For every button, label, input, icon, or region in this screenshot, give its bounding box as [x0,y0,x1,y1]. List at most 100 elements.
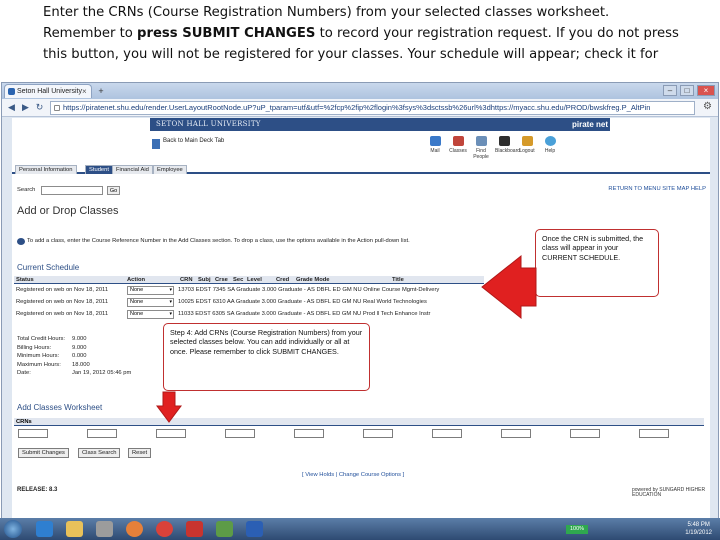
reset-button[interactable]: Reset [128,448,152,458]
current-schedule-title: Current Schedule [17,263,80,272]
info-message: To add a class, enter the Course Referen… [17,238,487,245]
mail-tool[interactable]: Mail [426,136,444,160]
crn-input-7[interactable] [432,429,462,438]
favicon-icon [8,88,15,95]
header-action: Action [127,277,146,283]
piratenet-logo: pirate net [570,118,610,131]
crn-input-3[interactable] [156,429,186,438]
firefox-icon[interactable] [126,521,143,537]
caption-line-1: Enter the CRNs (Course Registration Numb… [43,5,610,20]
tab-personal-information[interactable]: Personal Information [15,165,77,174]
total-credit-value: 9.000 [72,336,87,342]
back-link-label: Back to Main Deck Tab [163,138,225,144]
windows-taskbar: 100% 5:48 PM 1/19/2012 [0,518,720,540]
schedule-header: Status Action CRN Subj Crse Sec Level Cr… [14,276,484,284]
wrench-icon[interactable]: ⚙ [703,101,712,112]
close-tab-icon[interactable]: × [82,85,87,98]
top-links[interactable]: RETURN TO MENU SITE MAP HELP [608,186,706,192]
search-label: Search [17,187,36,193]
totals-values: 9.000 9.000 0.000 18.000 Jan 19, 2012 05… [72,335,131,378]
tab-employee[interactable]: Employee [153,165,187,174]
back-to-main-link[interactable]: Back to Main Deck Tab [152,138,225,149]
back-arrow-icon[interactable]: ◀ [5,101,18,114]
back-tab-icon [152,139,160,149]
crn-input-6[interactable] [363,429,393,438]
minimize-button[interactable]: – [663,85,677,96]
portal-banner: SETON HALL UNIVERSITY pirate net Back to… [12,118,710,162]
browser-tab[interactable]: Seton Hall University × [4,84,92,98]
blackboard-label: Blackboard [495,148,521,154]
submit-changes-button[interactable]: Submit Changes [18,448,69,458]
row-status: Registered on web on Nov 18, 2011 [16,299,109,305]
header-status: Status [16,277,34,283]
reload-icon[interactable]: ↻ [33,101,46,114]
folder-icon[interactable] [66,521,83,537]
crn-input-9[interactable] [570,429,600,438]
logout-label: Logout [519,148,535,154]
crn-input-10[interactable] [639,429,669,438]
media-player-icon[interactable] [96,521,113,537]
info-icon [17,238,25,245]
header-sec: Sec [233,277,244,283]
crn-input-1[interactable] [18,429,48,438]
word-icon[interactable] [246,521,263,537]
caption-line-2: Remember to press SUBMIT CHANGES to reco… [43,23,683,44]
crn-submitted-callout: Once the CRN is submitted, the class wil… [535,229,659,297]
class-search-button[interactable]: Class Search [78,448,121,458]
caption-line-2-post: to record your registration request. If … [315,26,679,41]
portal-tools: Mail Classes Find People Blackboard Logo… [426,136,559,160]
release-number: RELEASE: 8.3 [17,487,58,493]
caption-line-2-pre: Remember to [43,26,138,41]
action-select[interactable]: None [127,298,174,307]
billing-hours-label: Billing Hours: [17,344,52,351]
crn-input-4[interactable] [225,429,255,438]
help-tool[interactable]: Help [541,136,559,160]
header-subj: Subj [198,277,211,283]
tab-student[interactable]: Student [85,165,113,174]
start-button-icon[interactable] [4,520,22,538]
internet-explorer-icon[interactable] [36,521,53,537]
battery-indicator[interactable]: 100% [566,525,588,534]
sungard-logo: powered by SUNGARD HIGHER EDUCATION [632,487,706,498]
tab-title: Seton Hall University [17,88,82,95]
find-people-tool[interactable]: Find People [472,136,490,160]
go-button[interactable]: Go [107,186,120,195]
chrome-icon[interactable] [156,521,173,537]
blackboard-icon [498,136,510,146]
paint-icon[interactable] [216,521,233,537]
browser-toolbar: ◀ ▶ ↻ https://piratenet.shu.edu/render.U… [2,99,718,117]
logout-tool[interactable]: Logout [518,136,536,160]
acrobat-icon[interactable] [186,521,203,537]
help-icon [544,136,556,146]
forward-arrow-icon[interactable]: ▶ [19,101,32,114]
address-bar[interactable]: https://piratenet.shu.edu/render.UserLay… [50,101,695,115]
crn-input-8[interactable] [501,429,531,438]
footer-links[interactable]: [ View Holds | Change Course Options ] [302,472,404,478]
date-label: Date: [17,370,31,376]
instruction-caption: Enter the CRNs (Course Registration Numb… [43,2,683,65]
page-title: Add or Drop Classes [17,205,119,217]
header-crn: CRN [180,277,193,283]
crn-input-5[interactable] [294,429,324,438]
system-clock[interactable]: 5:48 PM 1/19/2012 [685,521,712,537]
tab-financial-aid[interactable]: Financial Aid [112,165,153,174]
minimum-hours-value: 0.000 [72,353,87,359]
window-controls: – □ × [663,85,715,96]
action-select[interactable]: None [127,310,174,319]
mail-label: Mail [430,148,440,154]
slide: Enter the CRNs (Course Registration Numb… [0,0,720,540]
header-title: Title [392,277,404,283]
close-window-button[interactable]: × [697,85,715,96]
add-classes-title: Add Classes Worksheet [17,403,103,412]
info-text: To add a class, enter the Course Referen… [27,238,410,244]
action-select[interactable]: None [127,286,174,295]
classes-tool[interactable]: Classes [449,136,467,160]
people-icon [475,136,487,146]
search-input[interactable] [41,186,103,195]
crn-input-2[interactable] [87,429,117,438]
maximize-button[interactable]: □ [680,85,694,96]
header-grade-mode: Grade Mode [296,277,330,283]
blackboard-tool[interactable]: Blackboard [495,136,520,160]
table-row: Registered on web on Nov 18, 2011 None 1… [14,286,484,296]
new-tab-button[interactable]: + [95,85,107,97]
